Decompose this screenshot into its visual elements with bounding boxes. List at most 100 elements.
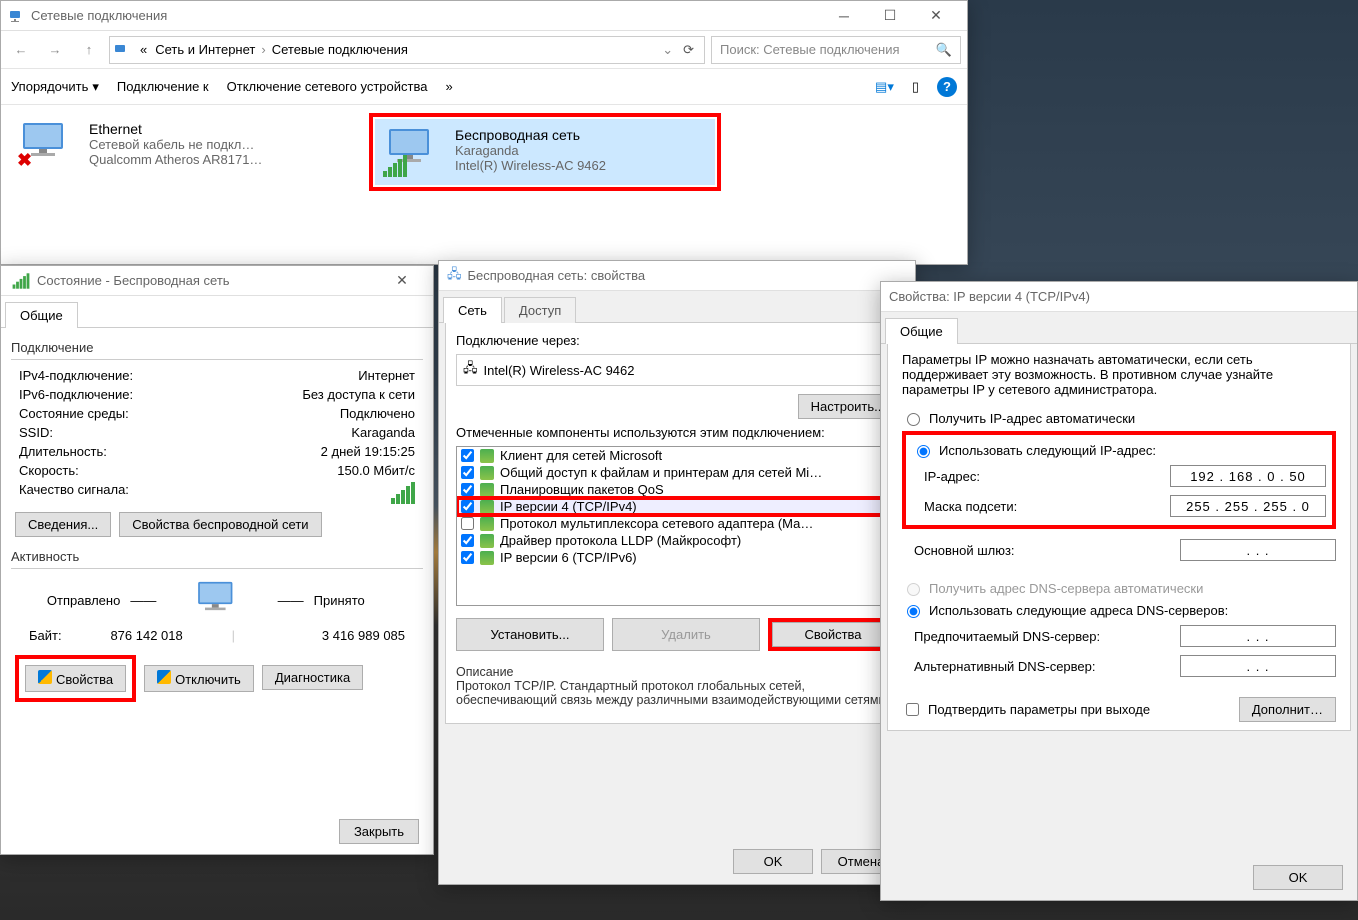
organize-menu[interactable]: Упорядочить▾ <box>11 79 99 95</box>
dns1-input[interactable]: . . . <box>1180 625 1336 647</box>
connection-name: Ethernet <box>89 121 341 137</box>
close-button[interactable]: ✕ <box>379 266 425 296</box>
shield-icon <box>38 670 52 684</box>
recv-label: Принято <box>314 593 415 608</box>
view-options-button[interactable]: ▤▾ <box>875 79 894 95</box>
component-label: Драйвер протокола LLDP (Майкрософт) <box>500 533 741 548</box>
up-button[interactable]: ↑ <box>75 36 103 64</box>
ipv4-value: Интернет <box>358 368 415 383</box>
crumb-1[interactable]: Сеть и Интернет <box>151 42 259 57</box>
gateway-input[interactable]: . . . <box>1180 539 1336 561</box>
titlebar[interactable]: Свойства: IP версии 4 (TCP/IPv4) <box>881 282 1357 312</box>
component-item[interactable]: Протокол мультиплексора сетевого адаптер… <box>457 515 897 532</box>
search-placeholder: Поиск: Сетевые подключения <box>720 42 900 57</box>
close-button[interactable]: ✕ <box>913 1 959 31</box>
remove-button[interactable]: Удалить <box>612 618 760 651</box>
search-input[interactable]: Поиск: Сетевые подключения 🔍 <box>711 36 961 64</box>
components-list[interactable]: Клиент для сетей MicrosoftОбщий доступ к… <box>456 446 898 606</box>
protocol-icon <box>480 500 494 514</box>
checkbox-input[interactable] <box>906 703 919 716</box>
nav-row: ← → ↑ « Сеть и Интернет › Сетевые подклю… <box>1 31 967 69</box>
titlebar[interactable]: 🖧 Беспроводная сеть: свойства <box>439 261 915 291</box>
connection-adapter: Qualcomm Atheros AR8171… <box>89 152 341 167</box>
radio-input <box>907 583 920 596</box>
radio-manual-dns[interactable]: Использовать следующие адреса DNS-сервер… <box>902 599 1336 621</box>
protocol-icon <box>480 483 494 497</box>
forward-button[interactable]: → <box>41 36 69 64</box>
checkbox-input[interactable] <box>461 483 474 496</box>
duration-label: Длительность: <box>19 444 107 459</box>
tab-network[interactable]: Сеть <box>443 297 502 323</box>
media-value: Подключено <box>340 406 415 421</box>
highlight-properties-button: Свойства <box>768 618 898 651</box>
connection-name: Беспроводная сеть <box>455 127 707 143</box>
ethernet-icon: ✖ <box>17 121 77 171</box>
properties-button[interactable]: Свойства <box>25 665 126 692</box>
validate-checkbox[interactable]: Подтвердить параметры при выходе <box>902 697 1150 722</box>
connection-wifi[interactable]: Беспроводная сеть Karaganda Intel(R) Wir… <box>375 119 715 185</box>
component-item[interactable]: IP версии 6 (TCP/IPv6) <box>457 549 897 566</box>
ssid-label: SSID: <box>19 425 53 440</box>
ip-address-input[interactable]: 192 . 168 . 0 . 50 <box>1170 465 1326 487</box>
component-item[interactable]: Общий доступ к файлам и принтерам для се… <box>457 464 897 481</box>
search-icon: 🔍 <box>936 42 952 58</box>
component-item[interactable]: IP версии 4 (TCP/IPv4) <box>457 498 897 515</box>
component-item[interactable]: Клиент для сетей Microsoft <box>457 447 897 464</box>
maximize-button[interactable]: ☐ <box>867 1 913 31</box>
titlebar[interactable]: Состояние - Беспроводная сеть ✕ <box>1 266 433 296</box>
help-button[interactable]: ? <box>937 77 957 97</box>
checkbox-input[interactable] <box>461 466 474 479</box>
component-label: Планировщик пакетов QoS <box>500 482 664 497</box>
highlight-manual-ip: Использовать следующий IP-адрес: IP-адре… <box>902 431 1336 529</box>
checkbox-input[interactable] <box>461 500 474 513</box>
ipv4-intro-text: Параметры IP можно назначать автоматичес… <box>902 352 1336 407</box>
ok-button[interactable]: OK <box>1253 865 1343 890</box>
crumb-2[interactable]: Сетевые подключения <box>268 42 412 57</box>
speed-label: Скорость: <box>19 463 79 478</box>
radio-input[interactable] <box>907 605 920 618</box>
dropdown-icon[interactable]: ⌄ <box>658 42 677 58</box>
connect-to-button[interactable]: Подключение к <box>117 79 209 94</box>
close-button[interactable]: Закрыть <box>339 819 419 844</box>
more-button[interactable]: » <box>445 79 452 94</box>
checkbox-input[interactable] <box>461 449 474 462</box>
checkbox-input[interactable] <box>461 534 474 547</box>
refresh-icon[interactable]: ⟳ <box>677 42 700 58</box>
install-button[interactable]: Установить... <box>456 618 604 651</box>
wifi-properties-button[interactable]: Свойства беспроводной сети <box>119 512 321 537</box>
component-properties-button[interactable]: Свойства <box>772 622 894 647</box>
tab-general[interactable]: Общие <box>5 302 78 328</box>
radio-manual-ip[interactable]: Использовать следующий IP-адрес: <box>912 439 1326 461</box>
connect-using-label: Подключение через: <box>446 323 908 350</box>
radio-input[interactable] <box>917 445 930 458</box>
connection-ethernet[interactable]: ✖ Ethernet Сетевой кабель не подкл… Qual… <box>9 113 349 191</box>
tab-general[interactable]: Общие <box>885 318 958 344</box>
ok-button[interactable]: OK <box>733 849 813 874</box>
radio-auto-dns[interactable]: Получить адрес DNS-сервера автоматически <box>902 577 1336 599</box>
diagnose-button[interactable]: Диагностика <box>262 665 363 690</box>
disable-button[interactable]: Отключить <box>144 665 254 692</box>
highlight-properties-button: Свойства <box>15 655 136 702</box>
tab-access[interactable]: Доступ <box>504 297 576 323</box>
wifi-status-window: Состояние - Беспроводная сеть ✕ Общие По… <box>0 265 434 855</box>
chevron-right-icon: › <box>259 42 267 57</box>
component-item[interactable]: Драйвер протокола LLDP (Майкрософт) <box>457 532 897 549</box>
preview-pane-button[interactable]: ▯ <box>912 79 919 95</box>
radio-auto-ip[interactable]: Получить IP-адрес автоматически <box>902 407 1336 429</box>
subnet-mask-input[interactable]: 255 . 255 . 255 . 0 <box>1170 495 1326 517</box>
bytes-label: Байт: <box>29 628 62 643</box>
network-connections-window: Сетевые подключения ─ ☐ ✕ ← → ↑ « Сеть и… <box>0 0 968 265</box>
dash: —— <box>130 593 156 608</box>
details-button[interactable]: Сведения... <box>15 512 111 537</box>
minimize-button[interactable]: ─ <box>821 1 867 31</box>
component-item[interactable]: Планировщик пакетов QoS <box>457 481 897 498</box>
advanced-button[interactable]: Дополнит… <box>1239 697 1336 722</box>
checkbox-input[interactable] <box>461 517 474 530</box>
titlebar[interactable]: Сетевые подключения ─ ☐ ✕ <box>1 1 967 31</box>
disable-device-button[interactable]: Отключение сетевого устройства <box>227 79 428 94</box>
radio-input[interactable] <box>907 413 920 426</box>
dns2-input[interactable]: . . . <box>1180 655 1336 677</box>
back-button[interactable]: ← <box>7 36 35 64</box>
address-bar[interactable]: « Сеть и Интернет › Сетевые подключения … <box>109 36 705 64</box>
checkbox-input[interactable] <box>461 551 474 564</box>
